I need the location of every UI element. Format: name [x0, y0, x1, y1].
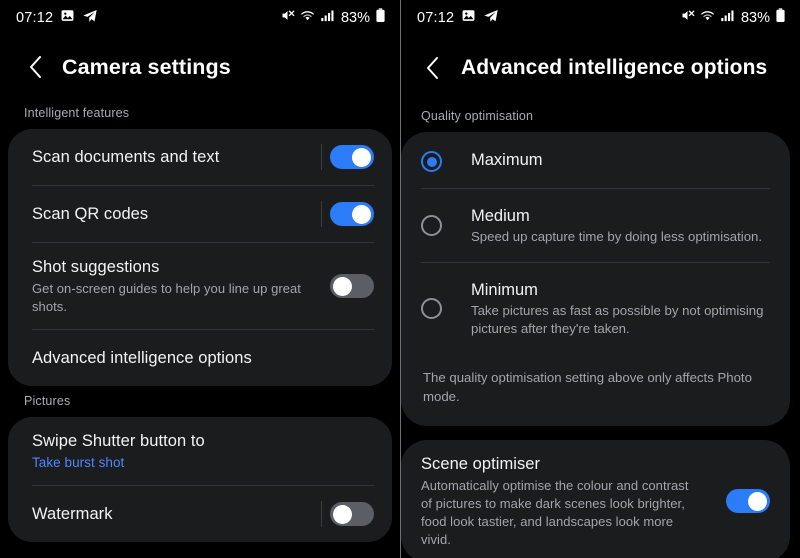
gallery-icon — [60, 8, 75, 28]
mute-icon — [280, 8, 295, 28]
app-bar-right: Advanced intelligence options — [401, 36, 800, 100]
option-row-maximum[interactable]: Maximum — [401, 132, 790, 188]
toggle-watermark[interactable] — [330, 502, 374, 526]
toggle-knob — [333, 504, 352, 524]
setting-row-scan-documents[interactable]: Scan documents and text — [8, 129, 392, 185]
card-intelligent-features: Scan documents and text Scan QR codes Sh… — [8, 129, 392, 386]
toggle-scene-optimiser[interactable] — [726, 489, 770, 513]
switch-separator — [321, 501, 322, 527]
card-scene-optimiser: Scene optimiser Automatically optimise t… — [401, 440, 790, 558]
option-description: Speed up capture time by doing less opti… — [471, 229, 763, 244]
battery-icon — [775, 8, 786, 28]
switch-separator — [321, 201, 322, 227]
mute-icon — [680, 8, 695, 28]
section-label-quality-optimisation: Quality optimisation — [421, 109, 534, 123]
setting-title: Swipe Shutter button to — [32, 432, 205, 450]
wifi-icon — [300, 8, 315, 28]
option-title: Medium — [471, 207, 530, 225]
status-bar-right-group: 83% — [280, 8, 386, 28]
option-title: Maximum — [471, 151, 543, 169]
setting-row-text: Shot suggestions Get on-screen guides to… — [32, 243, 314, 329]
option-row-medium[interactable]: Medium Speed up capture time by doing le… — [401, 189, 790, 262]
radio-minimum[interactable] — [421, 298, 442, 319]
card-pictures: Swipe Shutter button to Take burst shot … — [8, 417, 392, 542]
setting-row-watermark[interactable]: Watermark — [8, 486, 392, 542]
setting-row-advanced-intelligence-options[interactable]: Advanced intelligence options — [8, 330, 392, 386]
battery-percent: 83% — [740, 10, 770, 26]
setting-row-text: Watermark — [32, 490, 314, 538]
option-text: Minimum Take pictures as fast as possibl… — [471, 279, 770, 338]
setting-row-scan-qr-codes[interactable]: Scan QR codes — [8, 186, 392, 242]
back-button-right[interactable] — [419, 55, 445, 81]
setting-row-shot-suggestions[interactable]: Shot suggestions Get on-screen guides to… — [8, 243, 392, 329]
battery-percent: 83% — [340, 10, 370, 26]
dual-screenshot: 07:12 83% Camera settings Intelligent fe… — [0, 0, 800, 558]
radio-maximum[interactable] — [421, 151, 442, 172]
status-bar-right-group: 83% — [680, 8, 786, 28]
wifi-icon — [700, 8, 715, 28]
setting-row-scene-optimiser[interactable]: Scene optimiser Automatically optimise t… — [401, 440, 790, 558]
setting-title: Watermark — [32, 505, 113, 523]
toggle-scan-qr-codes[interactable] — [330, 202, 374, 226]
settings-list-right: Quality optimisation Maximum Medium Spee… — [401, 100, 800, 558]
setting-row-text: Swipe Shutter button to Take burst shot — [32, 417, 374, 485]
gallery-icon — [461, 8, 476, 28]
toggle-knob — [352, 204, 371, 224]
page-title-right: Advanced intelligence options — [461, 56, 768, 79]
setting-description: Get on-screen guides to help you line up… — [32, 281, 301, 314]
switch-separator — [321, 144, 322, 170]
status-bar-right: 07:12 83% — [401, 0, 800, 36]
setting-title: Advanced intelligence options — [32, 349, 252, 367]
setting-description: Automatically optimise the colour and co… — [421, 478, 689, 547]
setting-row-swipe-shutter-button[interactable]: Swipe Shutter button to Take burst shot — [8, 417, 392, 485]
status-bar-left-group: 07:12 — [16, 8, 98, 29]
telegram-icon — [483, 8, 499, 29]
setting-title: Shot suggestions — [32, 258, 160, 276]
back-button-left[interactable] — [22, 54, 48, 80]
battery-icon — [375, 8, 386, 28]
section-label-pictures: Pictures — [24, 394, 71, 408]
toggle-scan-documents[interactable] — [330, 145, 374, 169]
option-title: Minimum — [471, 281, 538, 299]
telegram-icon — [82, 8, 98, 29]
status-time: 07:12 — [16, 10, 54, 26]
settings-list-left: Intelligent features Scan documents and … — [0, 98, 400, 542]
quality-optimisation-note: The quality optimisation setting above o… — [423, 370, 752, 404]
setting-title: Scene optimiser — [421, 455, 541, 473]
status-bar-left: 07:12 83% — [0, 0, 400, 36]
card-gap — [401, 426, 800, 440]
right-panel-advanced-intelligence-options: 07:12 83% Advanced intelligence options … — [400, 0, 800, 558]
signal-icon — [720, 8, 735, 28]
setting-value: Take burst shot — [32, 455, 125, 470]
section-label-intelligent-features: Intelligent features — [24, 106, 130, 120]
setting-row-text: Scan documents and text — [32, 133, 314, 181]
left-panel-camera-settings: 07:12 83% Camera settings Intelligent fe… — [0, 0, 400, 558]
status-time: 07:12 — [417, 10, 455, 26]
option-row-minimum[interactable]: Minimum Take pictures as fast as possibl… — [401, 263, 790, 354]
toggle-shot-suggestions[interactable] — [330, 274, 374, 298]
setting-row-text: Scan QR codes — [32, 190, 314, 238]
option-text: Medium Speed up capture time by doing le… — [471, 205, 770, 246]
radio-medium[interactable] — [421, 215, 442, 236]
signal-icon — [320, 8, 335, 28]
option-description: Take pictures as fast as possible by not… — [471, 303, 764, 336]
setting-title: Scan QR codes — [32, 205, 149, 223]
status-bar-left-group: 07:12 — [417, 8, 499, 29]
setting-title: Scan documents and text — [32, 148, 220, 166]
setting-row-text: Advanced intelligence options — [32, 334, 374, 382]
setting-row-text: Scene optimiser Automatically optimise t… — [421, 440, 710, 558]
card-quality-optimisation: Maximum Medium Speed up capture time by … — [401, 132, 790, 426]
toggle-knob — [352, 147, 371, 167]
option-text: Maximum — [471, 149, 770, 171]
toggle-knob — [748, 491, 767, 511]
page-title-left: Camera settings — [62, 54, 231, 79]
app-bar-left: Camera settings — [0, 36, 400, 98]
toggle-knob — [333, 276, 352, 296]
